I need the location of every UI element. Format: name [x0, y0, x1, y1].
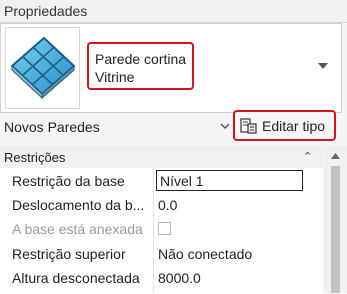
type-thumbnail	[5, 27, 80, 109]
collapse-chevron-icon[interactable]: ⌃	[303, 150, 312, 163]
param-name: A base está anexada	[12, 221, 143, 237]
edit-type-button[interactable]: Editar tipo	[233, 110, 336, 141]
scroll-thumb[interactable]	[331, 166, 340, 293]
type-name: Vitrine	[95, 69, 135, 85]
param-row-restricao-base[interactable]: Restrição da base Nível 1	[4, 170, 323, 193]
palette-title-bar: Propriedades	[0, 0, 347, 23]
param-row-deslocamento-base[interactable]: Deslocamento da b... 0.0	[4, 194, 323, 217]
param-name: Restrição da base	[12, 173, 125, 189]
param-value[interactable]: 8000.0	[158, 270, 201, 286]
palette-title: Propriedades	[4, 3, 88, 19]
param-row-base-anexada: A base está anexada	[4, 218, 323, 241]
param-row-altura-desconectada[interactable]: Altura desconectada 8000.0	[4, 267, 323, 290]
curtain-wall-panel-icon	[10, 36, 76, 100]
group-header-restricoes[interactable]: Restrições ⌃	[0, 146, 323, 168]
param-name: Deslocamento da b...	[12, 197, 145, 213]
edit-type-label: Editar tipo	[262, 118, 326, 134]
base-constraint-input[interactable]: Nível 1	[156, 170, 303, 191]
chevron-down-icon[interactable]	[220, 122, 230, 130]
param-name: Restrição superior	[12, 246, 126, 262]
scroll-up-icon[interactable]	[331, 153, 340, 159]
family-name: Parede cortina	[95, 51, 187, 67]
param-value[interactable]: Não conectado	[158, 246, 252, 262]
param-row-restricao-superior[interactable]: Restrição superior Não conectado	[4, 243, 323, 266]
param-value: Nível 1	[160, 173, 204, 189]
base-attached-checkbox	[158, 222, 171, 235]
param-name: Altura desconectada	[12, 270, 140, 286]
type-name-highlight[interactable]: Parede cortina Vitrine	[87, 42, 194, 90]
instance-filter-label[interactable]: Novos Paredes	[4, 119, 100, 135]
edit-type-icon	[240, 118, 257, 134]
group-label: Restrições	[4, 150, 66, 165]
param-value[interactable]: 0.0	[158, 197, 177, 213]
dropdown-arrow-icon[interactable]	[318, 63, 328, 69]
